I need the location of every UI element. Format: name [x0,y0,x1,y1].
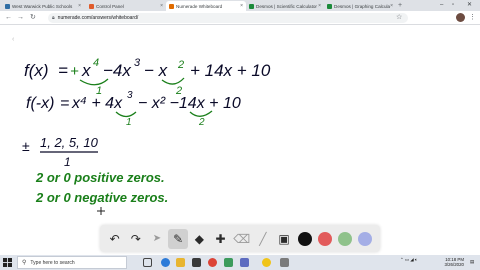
windows-start-icon[interactable] [3,258,12,267]
negative-zeros-note: 2 or 0 negative zeros. [35,190,168,205]
tab-desmos-graphing[interactable]: Desmos | Graphing Calculator × [324,1,396,11]
lock-icon: 🔒︎ [52,15,55,21]
school-favicon-icon [5,3,10,9]
taskbar-search-placeholder: Type here to search [30,259,75,266]
line1-rest: + 14x + 10 [190,61,271,80]
line1-f: f(x) [24,61,49,80]
notification-icon[interactable]: ▤ [470,259,474,264]
line2-mark2: 2 [198,117,205,128]
screen: West Warwick Public Schools × Control Pa… [0,0,480,270]
tab-label: Desmos | Scientific Calculator [256,3,317,9]
chrome-icon[interactable] [208,258,217,267]
close-window-icon[interactable]: ✕ [467,0,472,10]
address-bar[interactable]: 🔒︎ numerade.com/answers/whiteboard/ [48,13,408,23]
line1-term1: x [81,61,91,80]
windows-taskbar: ⚲ Type here to search ⌃ ▭ ◢ 🔈︎ 10:18 PM … [0,255,480,270]
close-tab-icon[interactable]: × [160,3,163,9]
tab-label: Numerade Whiteboard [176,3,223,9]
task-view-icon[interactable] [143,258,152,267]
close-tab-icon[interactable]: × [318,3,321,9]
edge-icon[interactable] [161,258,170,267]
clock[interactable]: 10:18 PM 3/26/2020 [436,257,464,267]
numerade-favicon-icon [169,3,174,9]
avatar[interactable] [456,13,465,22]
back-icon[interactable]: ← [5,13,12,22]
kebab-menu-icon[interactable]: ⋮ [469,13,476,22]
clock-date: 3/26/2020 [444,262,464,267]
tab-west-warwick[interactable]: West Warwick Public Schools × [2,1,84,11]
whiteboard-canvas[interactable]: ‹ f(x) = + x 4 −4x 3 − x 2 + 14x + 10 1 … [0,26,480,255]
line2-brace-1 [115,111,137,118]
whiteboard-drawing: f(x) = + x 4 −4x 3 − x 2 + 14x + 10 1 2 … [22,57,271,215]
bookmark-star-icon[interactable]: ☆ [396,13,402,22]
forward-icon[interactable]: → [17,13,24,22]
line1-term2: −4x [103,61,131,80]
line1-plus: + [70,63,79,80]
chrome-icon[interactable] [262,258,271,267]
line-icon[interactable]: ╱ [253,229,273,249]
close-tab-icon[interactable]: × [240,3,243,9]
black-swatch[interactable] [297,231,312,246]
app-icon[interactable] [224,258,233,267]
tab-desmos-scientific[interactable]: Desmos | Scientific Calculator × [246,1,324,11]
rational-numerator: 1, 2, 5, 10 [40,135,99,150]
line2-f: f(-x) [26,95,54,112]
green-swatch[interactable] [337,231,352,246]
minimize-icon[interactable]: – [440,0,443,10]
app-icon[interactable] [280,258,289,267]
browser-tab-strip: West Warwick Public Schools × Control Pa… [0,0,480,11]
close-tab-icon[interactable]: × [390,3,393,9]
tab-control-panel[interactable]: Control Panel × [86,1,166,11]
select-pointer-icon[interactable]: ➤ [147,229,167,249]
system-tray-icons[interactable]: ⌃ ▭ ◢ 🔈︎ [400,257,418,262]
file-explorer-icon[interactable] [176,258,185,267]
line1-exp2: 3 [134,57,141,69]
rational-denominator: 1 [64,155,71,169]
shapes-icon[interactable]: ◆ [189,229,209,249]
taskbar-search-box[interactable]: ⚲ Type here to search [17,256,127,269]
crosshair-cursor-icon [97,207,105,215]
maximize-icon[interactable]: ▫ [452,0,454,10]
line2-exp2: 3 [127,90,133,101]
drawing-toolbar: ↶ ↷ ➤ ✎ ◆ ✚ ⌫ ╱ ▣ [100,225,380,252]
redo-icon[interactable]: ↷ [126,229,146,249]
undo-icon[interactable]: ↶ [105,229,125,249]
new-tab-icon[interactable]: + [398,1,402,10]
pen-icon[interactable]: ✎ [168,228,189,249]
add-icon[interactable]: ✚ [211,229,231,249]
desmos-favicon-icon [249,3,254,9]
app-icon[interactable] [240,258,249,267]
line1-eq: = [58,61,68,80]
positive-zeros-note: 2 or 0 positive zeros. [35,170,165,185]
line1-term3: − x [144,61,168,80]
tab-label: Control Panel [96,3,124,9]
blue-swatch[interactable] [357,231,372,246]
image-icon[interactable]: ▣ [274,229,294,249]
line2-term1: x⁴ + 4x [71,95,123,112]
reload-icon[interactable]: ↻ [30,13,36,22]
tab-label: West Warwick Public Schools [12,3,73,9]
desmos-favicon-icon [327,3,332,9]
store-icon[interactable] [192,258,201,267]
line2-mark1: 1 [126,117,132,128]
search-icon: ⚲ [22,260,27,266]
line1-exp1: 4 [93,57,99,69]
tab-numerade-whiteboard[interactable]: Numerade Whiteboard × [166,1,246,11]
tab-label: Desmos | Graphing Calculator [334,3,391,9]
red-swatch[interactable] [317,231,332,246]
line1-exp3: 2 [177,59,184,71]
close-tab-icon[interactable]: × [78,3,81,9]
browser-toolbar: ← → ↻ 🔒︎ numerade.com/answers/whiteboard… [0,11,480,25]
url-text: numerade.com/answers/whiteboard/ [57,15,139,21]
line2-eq: = [60,95,69,112]
control-panel-favicon-icon [89,3,94,9]
rational-pm: ± [22,138,30,154]
eraser-icon[interactable]: ⌫ [232,229,252,249]
line2-term3: − x² −14x + 10 [138,95,241,112]
